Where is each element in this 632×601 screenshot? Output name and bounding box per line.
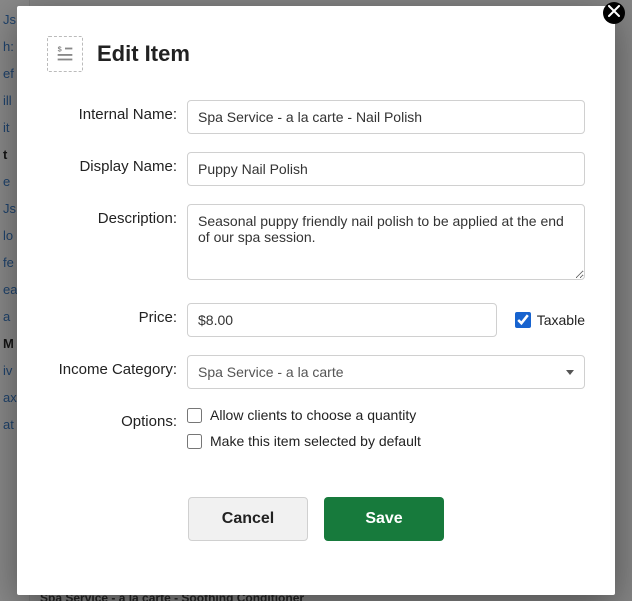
taxable-option[interactable]: Taxable — [515, 312, 585, 328]
selected-default-label: Make this item selected by default — [210, 433, 421, 449]
option-selected-default[interactable]: Make this item selected by default — [187, 433, 585, 449]
allow-quantity-checkbox[interactable] — [187, 408, 202, 423]
modal-footer: Cancel Save — [47, 497, 585, 541]
display-name-label: Display Name: — [47, 152, 177, 175]
cancel-button[interactable]: Cancel — [188, 497, 308, 541]
option-allow-quantity[interactable]: Allow clients to choose a quantity — [187, 407, 585, 423]
chevron-down-icon — [566, 370, 574, 375]
invoice-icon: $ — [47, 36, 83, 72]
price-label: Price: — [47, 303, 177, 326]
income-category-value: Spa Service - a la carte — [198, 364, 344, 380]
internal-name-label: Internal Name: — [47, 100, 177, 123]
allow-quantity-label: Allow clients to choose a quantity — [210, 407, 416, 423]
edit-item-modal: $ Edit Item Internal Name: Display Name:… — [17, 6, 615, 595]
options-label: Options: — [47, 407, 177, 430]
modal-title: Edit Item — [97, 41, 190, 67]
price-input[interactable] — [187, 303, 497, 337]
description-textarea[interactable] — [187, 204, 585, 280]
modal-header: $ Edit Item — [47, 36, 585, 72]
income-category-select[interactable]: Spa Service - a la carte — [187, 355, 585, 389]
close-button[interactable] — [603, 2, 625, 24]
description-label: Description: — [47, 204, 177, 227]
close-icon — [608, 4, 620, 22]
taxable-checkbox[interactable] — [515, 312, 531, 328]
save-button[interactable]: Save — [324, 497, 444, 541]
taxable-label: Taxable — [537, 312, 585, 328]
display-name-input[interactable] — [187, 152, 585, 186]
internal-name-input[interactable] — [187, 100, 585, 134]
svg-text:$: $ — [58, 44, 62, 53]
income-category-label: Income Category: — [47, 355, 177, 378]
selected-default-checkbox[interactable] — [187, 434, 202, 449]
